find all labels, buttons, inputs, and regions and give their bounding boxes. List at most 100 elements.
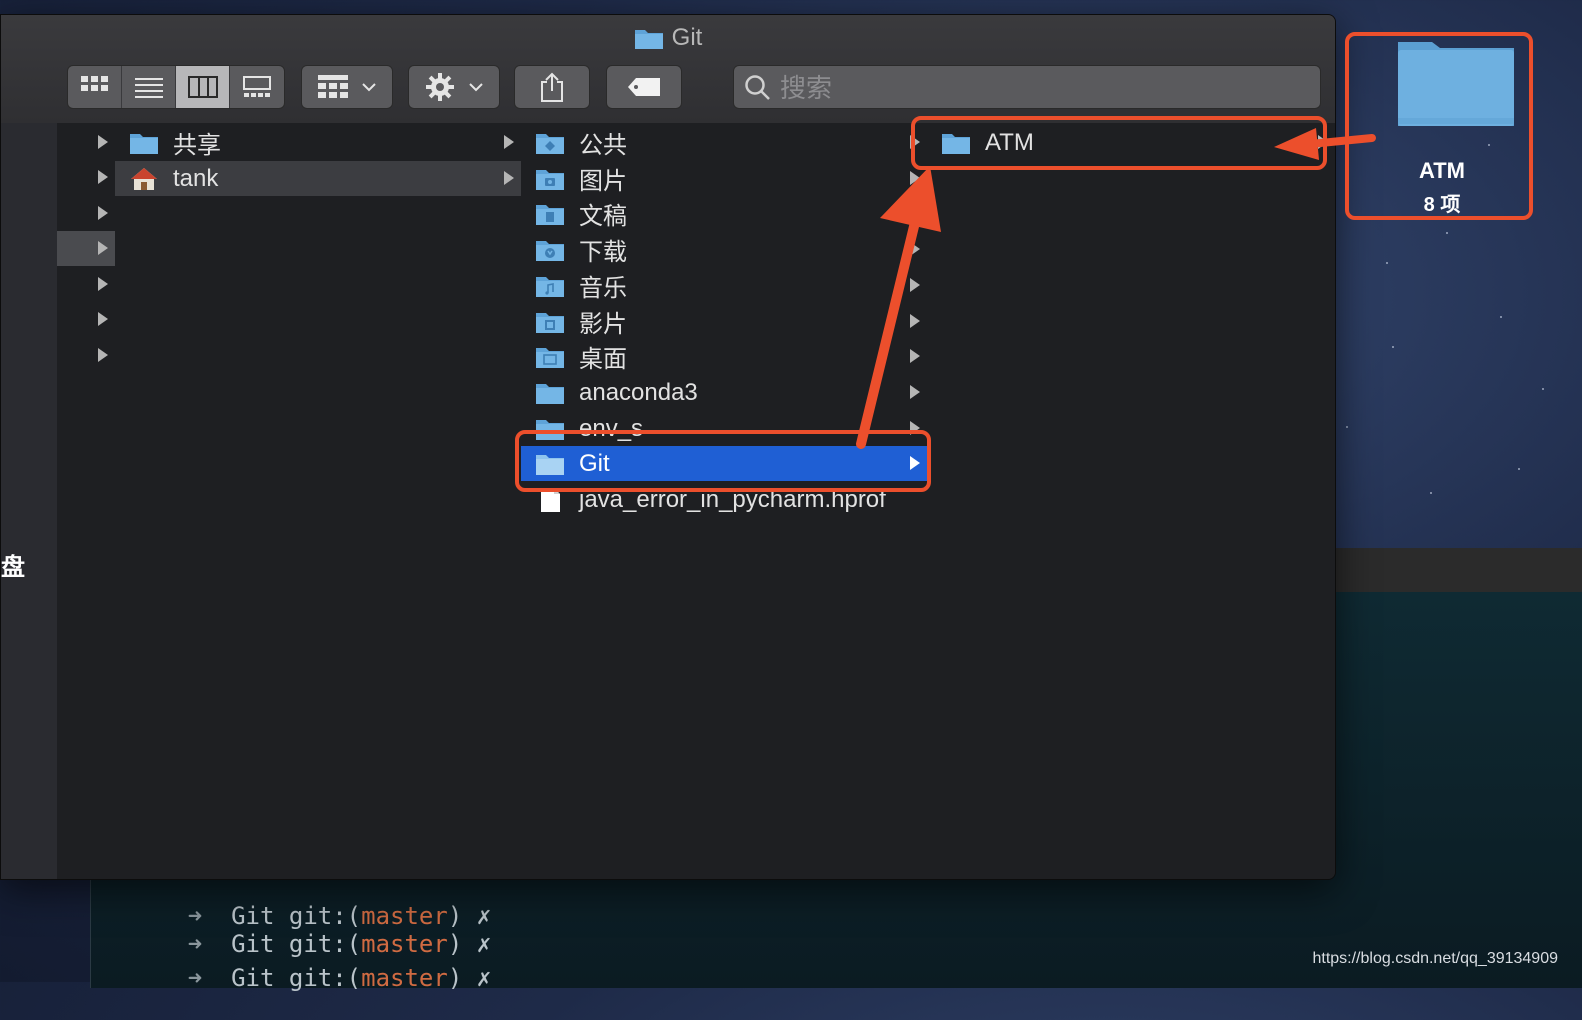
chevron-right-icon — [98, 277, 108, 291]
gear-icon — [426, 73, 454, 101]
desktop-star — [1542, 388, 1544, 390]
list-item-label: 桌面 — [579, 346, 627, 373]
list-item[interactable] — [57, 160, 115, 195]
downloads-folder-icon — [536, 240, 564, 261]
folder-icon — [536, 383, 564, 404]
documents-folder-icon — [536, 204, 564, 225]
list-item[interactable] — [57, 231, 115, 266]
chevron-right-icon — [98, 348, 108, 362]
prompt-git-prefix: git:( — [288, 964, 362, 992]
group-icon — [318, 75, 348, 98]
pictures-folder-icon — [536, 169, 564, 190]
list-item-label: 下载 — [579, 239, 627, 266]
group-by-button[interactable] — [301, 65, 393, 109]
chevron-down-icon — [362, 83, 376, 92]
desktop-star — [1392, 346, 1394, 348]
icon-view-button[interactable] — [68, 66, 122, 108]
annotation-box-git — [515, 430, 931, 492]
list-item-label: tank — [173, 164, 219, 192]
terminal-line: ➜ Git git:(master) ✗ — [101, 936, 491, 1020]
column-browser: 盘 共享 tank 公共 图片 文稿 下载 音乐 影片 桌面 anaconda3 env_s Git… — [1, 123, 1335, 879]
chevron-down-icon — [469, 83, 483, 92]
chevron-right-icon — [910, 278, 920, 292]
desktop-star — [1446, 232, 1448, 234]
watermark: https://blog.csdn.net/qq_39134909 — [1312, 950, 1558, 967]
tags-button[interactable] — [606, 65, 682, 109]
sidebar[interactable]: 盘 — [1, 123, 58, 879]
list-item[interactable]: 共享 — [115, 125, 521, 160]
list-item-label: 文稿 — [579, 203, 627, 230]
column-1[interactable]: 共享 tank — [115, 123, 522, 879]
window-title-text: Git — [671, 24, 703, 51]
search-field[interactable] — [733, 65, 1321, 110]
list-item[interactable] — [57, 267, 115, 302]
columns-icon — [187, 76, 218, 98]
list-item[interactable]: 公共 — [521, 125, 927, 160]
folder-icon — [634, 30, 663, 49]
home-icon — [131, 167, 157, 190]
action-button[interactable] — [408, 65, 500, 109]
column-2[interactable]: 公共 图片 文稿 下载 音乐 影片 桌面 anaconda3 env_s Git java_erro… — [521, 123, 928, 879]
public-folder-icon — [536, 133, 564, 154]
list-item-label: 共享 — [173, 132, 221, 159]
list-item[interactable]: 文稿 — [521, 196, 927, 231]
list-view-button[interactable] — [122, 66, 176, 108]
prompt-arrow: ➜ — [187, 964, 203, 992]
list-item[interactable]: anaconda3 — [521, 375, 927, 410]
chevron-right-icon — [98, 241, 108, 255]
search-input[interactable] — [778, 66, 1302, 110]
grid-icon — [80, 76, 108, 91]
desktop-star — [1500, 316, 1502, 318]
chevron-right-icon — [910, 242, 920, 256]
chevron-right-icon — [98, 206, 108, 220]
desktop-star — [1346, 426, 1348, 428]
share-button[interactable] — [514, 65, 590, 109]
list-item-label: 音乐 — [579, 275, 627, 302]
list-item-label: 图片 — [579, 168, 627, 195]
view-mode-control — [67, 65, 285, 109]
search-icon — [745, 75, 770, 100]
list-item[interactable]: tank — [115, 161, 521, 196]
list-item[interactable]: 桌面 — [521, 339, 927, 374]
list-item[interactable] — [57, 338, 115, 373]
prompt-dirty-mark: ✗ — [476, 964, 492, 992]
chevron-right-icon — [98, 312, 108, 326]
list-item[interactable] — [57, 302, 115, 337]
list-item[interactable] — [57, 196, 115, 231]
column-view-button[interactable] — [176, 66, 230, 108]
column-0[interactable] — [57, 123, 116, 879]
column-3[interactable]: ATM — [927, 123, 1335, 879]
window-title: Git — [1, 23, 1335, 53]
chevron-right-icon — [98, 170, 108, 184]
list-item[interactable] — [57, 125, 115, 160]
chevron-right-icon — [910, 385, 920, 399]
list-item[interactable]: 影片 — [521, 304, 927, 339]
chevron-right-icon — [504, 171, 514, 185]
share-icon — [541, 72, 563, 102]
chevron-right-icon — [910, 349, 920, 363]
list-item-label: anaconda3 — [579, 378, 698, 406]
prompt-dir: Git — [231, 964, 275, 992]
desktop-star — [1518, 468, 1520, 470]
movies-folder-icon — [536, 312, 564, 333]
list-item-label: 影片 — [579, 311, 627, 338]
desktop-star — [1386, 262, 1388, 264]
list-item[interactable]: 下载 — [521, 232, 927, 267]
gallery-icon — [242, 76, 271, 97]
annotation-box-desktop-atm — [1345, 32, 1533, 220]
gallery-view-button[interactable] — [230, 66, 283, 108]
sidebar-partial-label[interactable]: 盘 — [1, 547, 25, 582]
chevron-right-icon — [910, 314, 920, 328]
annotation-box-atm-column — [911, 116, 1327, 170]
shared-folder-icon — [130, 133, 158, 154]
chevron-right-icon — [910, 206, 920, 220]
music-folder-icon — [536, 276, 564, 297]
list-item-label: 公共 — [579, 132, 627, 159]
list-item[interactable]: 图片 — [521, 161, 927, 196]
desktop-folder-icon — [536, 347, 564, 368]
prompt-git-suffix: ) — [447, 964, 463, 992]
list-item[interactable]: 音乐 — [521, 268, 927, 303]
finder-toolbar: Git — [1, 15, 1335, 124]
list-icon — [134, 78, 163, 98]
chevron-right-icon — [98, 135, 108, 149]
